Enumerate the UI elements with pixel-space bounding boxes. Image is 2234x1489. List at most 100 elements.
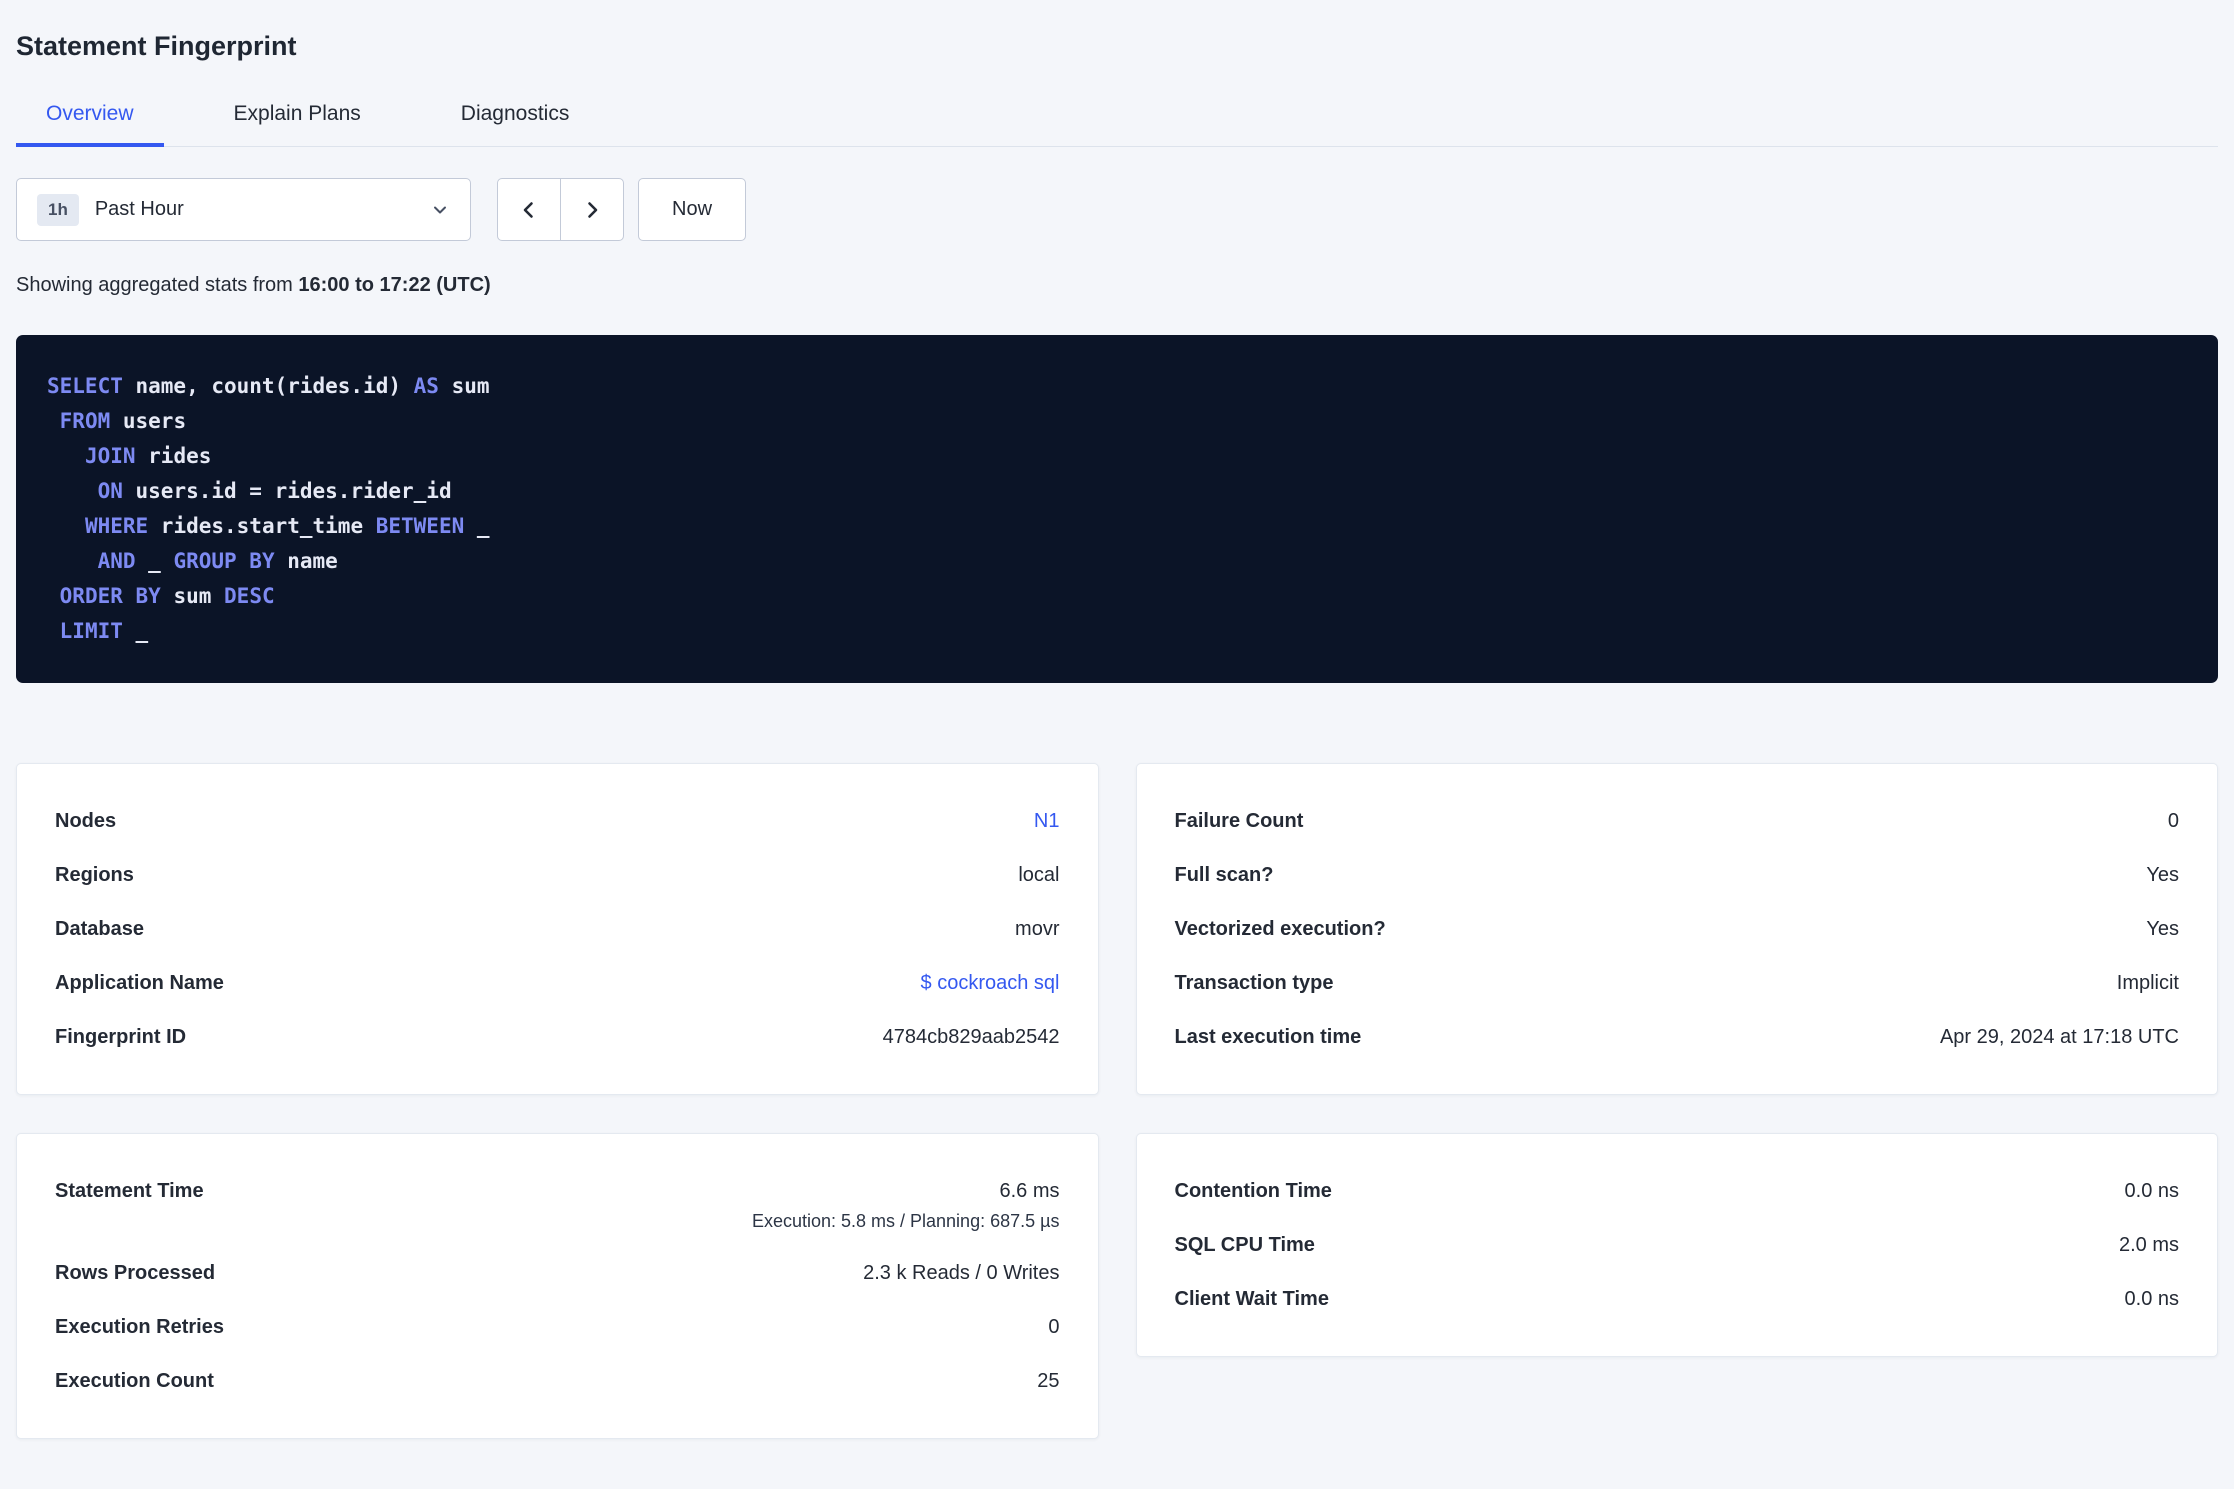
row-label: Last execution time bbox=[1174, 1026, 1362, 1048]
row-value-wrap: local bbox=[1018, 861, 1059, 889]
row-value-wrap: Apr 29, 2024 at 17:18 UTC bbox=[1940, 1023, 2179, 1051]
next-time-button[interactable] bbox=[560, 178, 624, 241]
row-value: 25 bbox=[1037, 1370, 1060, 1392]
prev-time-button[interactable] bbox=[497, 178, 561, 241]
row-value-wrap: 0 bbox=[2168, 807, 2179, 835]
card-row: Transaction type Implicit bbox=[1175, 956, 2180, 1010]
stats-range: 16:00 to 17:22 (UTC) bbox=[298, 274, 491, 296]
row-value: Implicit bbox=[2116, 972, 2179, 994]
row-value: Apr 29, 2024 at 17:18 UTC bbox=[1939, 1026, 2179, 1048]
resource-usage-card: Contention Time 0.0 ns SQL CPU Time 2.0 ms C… bbox=[1135, 1133, 2218, 1357]
row-label: Nodes bbox=[55, 810, 117, 832]
chevron-down-icon bbox=[430, 200, 450, 220]
time-range-dropdown[interactable]: 1h Past Hour bbox=[16, 178, 471, 241]
row-value: 2.3 k Reads / 0 Writes bbox=[863, 1262, 1060, 1284]
row-label: Fingerprint ID bbox=[55, 1026, 187, 1048]
card-row: Rows Processed 2.3 k Reads / 0 Writes bbox=[55, 1246, 1060, 1300]
row-label: Regions bbox=[55, 864, 134, 886]
row-value: 0 bbox=[2167, 810, 2179, 832]
card-row: Failure Count 0 bbox=[1175, 794, 2180, 848]
statement-details-card: Nodes N1 Regions local Database movr Applicati… bbox=[16, 763, 1099, 1095]
row-value-wrap: 0.0 ns bbox=[2125, 1285, 2179, 1313]
card-row: Client Wait Time 0.0 ns bbox=[1175, 1272, 2180, 1326]
card-row: Fingerprint ID 4784cb829aab2542 bbox=[55, 1010, 1060, 1064]
now-button[interactable]: Now bbox=[638, 178, 747, 241]
row-label: Statement Time bbox=[55, 1180, 204, 1202]
row-label: Rows Processed bbox=[55, 1262, 216, 1284]
tab-overview[interactable]: Overview bbox=[16, 102, 164, 147]
sql-line: FROM users bbox=[59, 409, 187, 433]
row-value: movr bbox=[1015, 918, 1060, 940]
tab-diagnostics[interactable]: Diagnostics bbox=[431, 102, 600, 147]
row-value-wrap: $ cockroach sql bbox=[921, 969, 1060, 997]
statement-fingerprint-page: Statement Fingerprint Overview Explain Pl… bbox=[0, 31, 2234, 1439]
row-value: Yes bbox=[2146, 864, 2179, 886]
row-value-wrap: 6.6 ms Execution: 5.8 ms / Planning: 687.… bbox=[752, 1177, 1060, 1233]
card-row: Application Name $ cockroach sql bbox=[55, 956, 1060, 1010]
aggregated-stats-line: Showing aggregated stats from 16:00 to 1… bbox=[16, 274, 2218, 297]
row-value-link[interactable]: N1 bbox=[1034, 807, 1060, 835]
page-title: Statement Fingerprint bbox=[16, 31, 297, 61]
time-interval-badge: 1h bbox=[37, 193, 79, 226]
row-label: Database bbox=[55, 918, 144, 940]
sql-line: LIMIT _ bbox=[59, 619, 149, 643]
time-range-label: Past Hour bbox=[94, 198, 184, 220]
card-row: Execution Retries 0 bbox=[55, 1300, 1060, 1354]
sql-line: SELECT name, count(rides.id) AS sum bbox=[47, 374, 490, 398]
chevron-right-icon bbox=[580, 198, 604, 222]
row-label: Contention Time bbox=[1174, 1180, 1332, 1202]
sql-statement: SELECT name, count(rides.id) AS sum FROM… bbox=[16, 335, 2218, 683]
card-row: Vectorized execution? Yes bbox=[1175, 902, 2180, 956]
time-controls: 1h Past Hour Now bbox=[16, 178, 2218, 241]
row-value-wrap: movr bbox=[1015, 915, 1059, 943]
sql-line: ORDER BY sum DESC bbox=[59, 584, 275, 608]
performance-cards-row: Statement Time 6.6 ms Execution: 5.8 ms / … bbox=[16, 1133, 2218, 1439]
row-label: Execution Retries bbox=[55, 1316, 224, 1338]
row-value: 2.0 ms bbox=[2118, 1234, 2179, 1256]
row-value: local bbox=[1018, 864, 1060, 886]
row-label: Full scan? bbox=[1174, 864, 1274, 886]
card-row: Execution Count 25 bbox=[55, 1354, 1060, 1408]
tabs: Overview Explain Plans Diagnostics bbox=[16, 102, 2218, 147]
row-label: Client Wait Time bbox=[1174, 1288, 1329, 1310]
row-label: SQL CPU Time bbox=[1174, 1234, 1315, 1256]
card-row: Nodes N1 bbox=[55, 794, 1060, 848]
statement-time-card: Statement Time 6.6 ms Execution: 5.8 ms / … bbox=[16, 1133, 1099, 1439]
row-value: 0.0 ns bbox=[2124, 1180, 2179, 1202]
row-value-wrap: 25 bbox=[1037, 1367, 1059, 1395]
row-label: Vectorized execution? bbox=[1174, 918, 1386, 940]
card-row: Statement Time 6.6 ms Execution: 5.8 ms / … bbox=[55, 1164, 1060, 1246]
row-label: Application Name bbox=[55, 972, 224, 994]
sql-line: JOIN rides bbox=[84, 444, 212, 468]
row-value: 0.0 ns bbox=[2124, 1288, 2179, 1310]
time-pager bbox=[497, 178, 624, 241]
row-value-wrap: 4784cb829aab2542 bbox=[883, 1023, 1060, 1051]
card-row: Regions local bbox=[55, 848, 1060, 902]
tab-explain-plans[interactable]: Explain Plans bbox=[204, 102, 391, 147]
card-row: SQL CPU Time 2.0 ms bbox=[1175, 1218, 2180, 1272]
card-row: Contention Time 0.0 ns bbox=[1175, 1164, 2180, 1218]
summary-cards-row: Nodes N1 Regions local Database movr Applicati… bbox=[16, 763, 2218, 1095]
row-value-link[interactable]: $ cockroach sql bbox=[921, 969, 1060, 997]
sql-line: AND _ GROUP BY name bbox=[97, 549, 338, 573]
row-value: 4784cb829aab2542 bbox=[882, 1026, 1060, 1048]
sql-line: ON users.id = rides.rider_id bbox=[97, 479, 452, 503]
row-value-wrap: 0 bbox=[1048, 1313, 1059, 1341]
row-subvalue: Execution: 5.8 ms / Planning: 687.5 µs bbox=[751, 1211, 1060, 1231]
card-row: Full scan? Yes bbox=[1175, 848, 2180, 902]
row-label: Transaction type bbox=[1174, 972, 1334, 994]
card-row: Last execution time Apr 29, 2024 at 17:18… bbox=[1175, 1010, 2180, 1064]
row-value-wrap: Yes bbox=[2146, 915, 2179, 943]
row-label: Execution Count bbox=[55, 1370, 214, 1392]
sql-line: WHERE rides.start_time BETWEEN _ bbox=[84, 514, 490, 538]
card-row: Database movr bbox=[55, 902, 1060, 956]
row-value-wrap: N1 bbox=[1034, 807, 1060, 835]
row-value-wrap: 2.3 k Reads / 0 Writes bbox=[863, 1259, 1059, 1287]
row-value: 0 bbox=[1048, 1316, 1060, 1338]
stats-prefix: Showing aggregated stats from bbox=[16, 274, 299, 296]
row-value-wrap: 0.0 ns bbox=[2125, 1177, 2179, 1205]
row-value-wrap: Implicit bbox=[2117, 969, 2179, 997]
row-value: Yes bbox=[2146, 918, 2179, 940]
chevron-left-icon bbox=[517, 198, 541, 222]
row-value-wrap: Yes bbox=[2146, 861, 2179, 889]
